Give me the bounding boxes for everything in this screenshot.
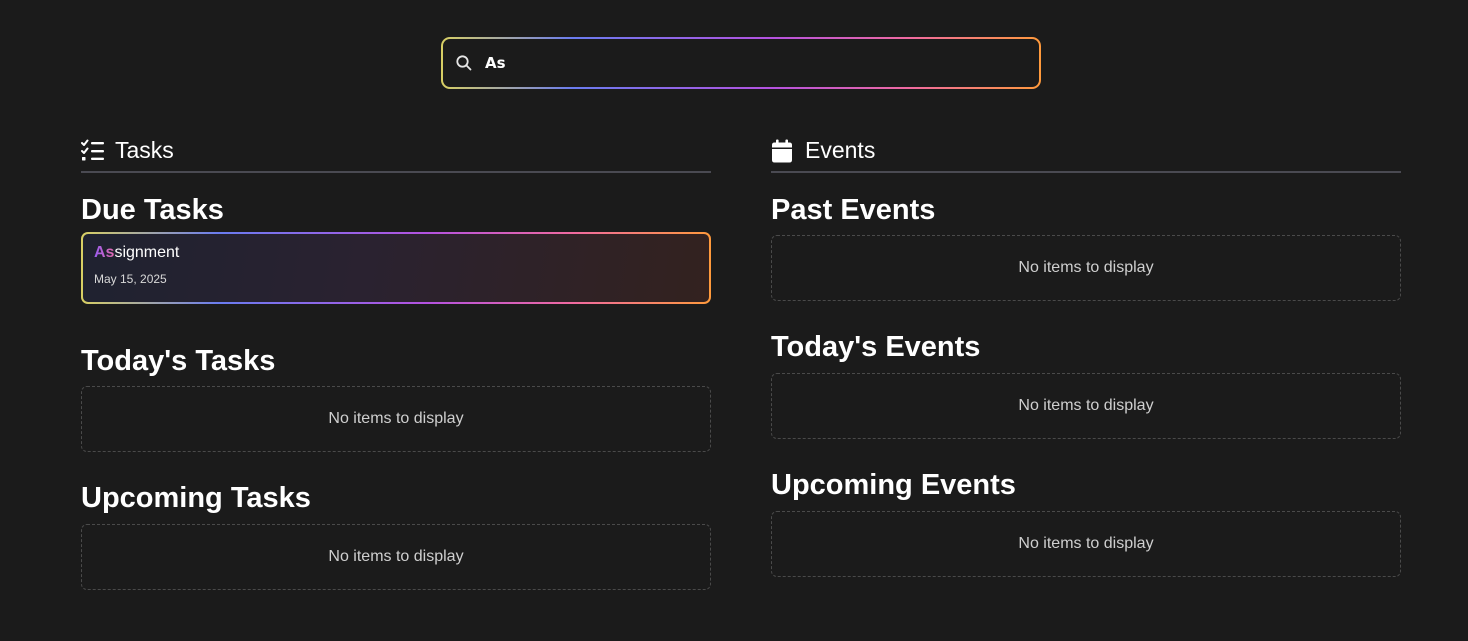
search-icon (455, 54, 473, 72)
search-input[interactable] (485, 54, 1005, 72)
todays-tasks-empty: No items to display (81, 386, 711, 452)
events-column: Events Past Events No items to display T… (771, 130, 1401, 577)
task-date: May 15, 2025 (94, 272, 167, 286)
tasks-header-title: Tasks (115, 137, 174, 163)
task-card[interactable]: Assignment May 15, 2025 (81, 232, 711, 304)
tasks-column: Tasks Due Tasks Assignment May 15, 2025 … (81, 130, 711, 590)
search-bar[interactable] (441, 37, 1041, 89)
due-tasks-title: Due Tasks (81, 194, 224, 226)
task-card-body: Assignment May 15, 2025 (83, 234, 709, 302)
todays-tasks-title: Today's Tasks (81, 345, 276, 377)
task-name: Assignment (94, 244, 698, 266)
tasks-header: Tasks (81, 130, 711, 173)
events-header: Events (771, 130, 1401, 173)
task-name-highlight: As (94, 244, 115, 261)
todays-events-empty: No items to display (771, 373, 1401, 439)
todays-events-title: Today's Events (771, 331, 981, 363)
search-bar-inner (443, 39, 1039, 87)
past-events-empty: No items to display (771, 235, 1401, 301)
checklist-icon (81, 139, 105, 163)
upcoming-events-empty: No items to display (771, 511, 1401, 577)
calendar-icon (771, 139, 795, 163)
past-events-title: Past Events (771, 194, 936, 226)
upcoming-tasks-title: Upcoming Tasks (81, 482, 311, 514)
upcoming-tasks-empty: No items to display (81, 524, 711, 590)
upcoming-events-title: Upcoming Events (771, 469, 1016, 501)
events-header-title: Events (805, 137, 876, 163)
task-name-rest: signment (114, 244, 180, 261)
